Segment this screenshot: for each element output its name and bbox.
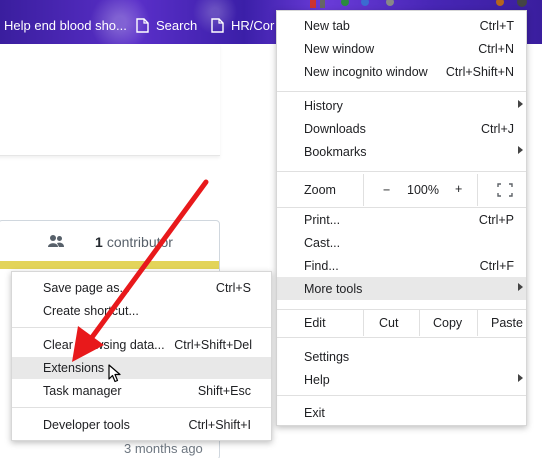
fullscreen-icon[interactable] — [497, 183, 513, 197]
page-header-panel — [0, 44, 220, 156]
commit-timestamp: 3 months ago — [124, 441, 203, 456]
menu-label: Exit — [304, 405, 325, 420]
submenu-shortcut: Ctrl+Shift+I — [188, 418, 251, 432]
menu-label: Find... — [304, 258, 339, 273]
menu-shortcut: Ctrl+N — [478, 41, 514, 56]
menu-shortcut: Ctrl+F — [479, 258, 514, 273]
submenu-clear-browsing-data[interactable]: Clear browsing data... Ctrl+Shift+Del — [12, 334, 271, 356]
menu-find[interactable]: Find... Ctrl+F — [277, 254, 526, 277]
submenu-save-page[interactable]: Save page as... Ctrl+S — [12, 277, 271, 299]
zoom-divider — [363, 174, 364, 206]
menu-separator — [277, 337, 526, 338]
menu-label: Settings — [304, 349, 350, 364]
submenu-arrow-icon — [518, 100, 523, 108]
menu-label: Help — [304, 372, 330, 387]
menu-shortcut: Ctrl+Shift+N — [445, 64, 514, 79]
submenu-arrow-icon — [518, 374, 523, 382]
menu-separator — [277, 91, 526, 92]
submenu-shortcut: Shift+Esc — [197, 384, 251, 398]
edit-divider — [363, 310, 364, 336]
menu-label: Downloads — [304, 121, 366, 136]
edit-divider — [419, 310, 420, 336]
menu-label: History — [304, 98, 343, 113]
language-progress-bar — [0, 261, 219, 269]
bookmark-hr-cor[interactable]: HR/Cor — [211, 15, 274, 35]
submenu-label: Developer tools — [43, 418, 130, 432]
menu-label: New incognito window — [304, 64, 428, 79]
submenu-shortcut: Ctrl+Shift+Del — [174, 338, 252, 352]
menu-shortcut: Ctrl+P — [478, 212, 514, 227]
menu-separator — [277, 171, 526, 172]
bookmark-help-end-blood[interactable]: Help end blood sho... — [4, 15, 127, 35]
people-icon — [48, 235, 64, 247]
menu-more-tools[interactable]: More tools — [277, 277, 526, 300]
menu-bookmarks[interactable]: Bookmarks — [277, 140, 526, 163]
submenu-label: Create shortcut... — [43, 304, 139, 318]
menu-new-window[interactable]: New window Ctrl+N — [277, 37, 526, 60]
submenu-label: Extensions — [43, 361, 105, 375]
submenu-developer-tools[interactable]: Developer tools Ctrl+Shift+I — [12, 414, 271, 436]
cut-button[interactable]: Cut — [379, 316, 398, 330]
submenu-arrow-icon — [518, 283, 523, 291]
page-icon — [136, 17, 149, 33]
submenu-create-shortcut[interactable]: Create shortcut... — [12, 300, 271, 322]
zoom-label: Zoom — [304, 183, 336, 197]
bookmark-label: Help end blood sho... — [4, 17, 127, 33]
edit-divider — [477, 310, 478, 336]
submenu-label: Save page as... — [43, 281, 130, 295]
menu-shortcut: Ctrl+J — [481, 121, 514, 136]
menu-new-incognito-window[interactable]: New incognito window Ctrl+Shift+N — [277, 60, 526, 83]
submenu-extensions[interactable]: Extensions — [12, 357, 271, 379]
bookmark-label: Search — [156, 17, 198, 33]
menu-downloads[interactable]: Downloads Ctrl+J — [277, 117, 526, 140]
zoom-divider — [477, 174, 478, 206]
menu-print[interactable]: Print... Ctrl+P — [277, 208, 526, 231]
submenu-label: Task manager — [43, 384, 122, 398]
menu-separator — [277, 395, 526, 396]
submenu-label: Clear browsing data... — [43, 338, 165, 352]
submenu-separator — [12, 407, 271, 408]
bookmark-search[interactable]: Search — [136, 15, 197, 35]
submenu-arrow-icon — [518, 146, 523, 154]
more-tools-submenu: Save page as... Ctrl+S Create shortcut..… — [11, 271, 272, 441]
menu-exit[interactable]: Exit — [277, 401, 526, 424]
page-icon — [211, 17, 224, 33]
menu-help[interactable]: Help — [277, 368, 526, 391]
menu-cast[interactable]: Cast... — [277, 231, 526, 254]
menu-edit-row: Edit Cut Copy Paste — [277, 310, 526, 336]
menu-label: New tab — [304, 18, 350, 33]
contributors-summary[interactable]: 1 contributor — [0, 221, 219, 263]
contributor-label: contributor — [106, 234, 173, 250]
menu-settings[interactable]: Settings — [277, 345, 526, 368]
menu-label: More tools — [304, 281, 363, 296]
menu-history[interactable]: History — [277, 94, 526, 117]
paste-button[interactable]: Paste — [491, 316, 523, 330]
menu-new-tab[interactable]: New tab Ctrl+T — [277, 14, 526, 37]
toolbar-icons-strip — [310, 0, 527, 8]
menu-label: New window — [304, 41, 375, 56]
submenu-shortcut: Ctrl+S — [215, 281, 251, 295]
contributor-count: 1 — [95, 234, 103, 250]
copy-button[interactable]: Copy — [433, 316, 462, 330]
bookmark-label: HR/Cor — [231, 17, 275, 33]
edit-label: Edit — [304, 316, 326, 330]
menu-label: Print... — [304, 212, 341, 227]
submenu-separator — [12, 327, 271, 328]
menu-label: Bookmarks — [304, 144, 367, 159]
menu-shortcut: Ctrl+T — [479, 18, 514, 33]
zoom-level: 100% — [407, 183, 439, 197]
zoom-out-button[interactable]: − — [383, 183, 390, 197]
menu-zoom-row: Zoom − 100% + — [277, 174, 526, 206]
submenu-task-manager[interactable]: Task manager Shift+Esc — [12, 380, 271, 402]
zoom-in-button[interactable]: + — [455, 182, 462, 196]
mouse-cursor-icon — [108, 364, 121, 383]
menu-label: Cast... — [304, 235, 341, 250]
chrome-main-menu: New tab Ctrl+T New window Ctrl+N New inc… — [276, 10, 527, 426]
